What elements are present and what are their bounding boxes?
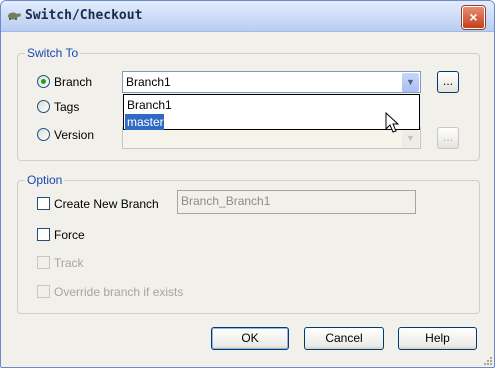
help-button[interactable]: Help: [398, 327, 477, 350]
track-checkbox: [37, 256, 50, 269]
tags-radio-label[interactable]: Tags: [54, 100, 79, 114]
ok-button[interactable]: OK: [211, 327, 289, 350]
version-combo: ▼: [122, 127, 421, 149]
mouse-cursor-icon: [385, 112, 399, 133]
branch-radio-label[interactable]: Branch: [54, 75, 92, 89]
cancel-button[interactable]: Cancel: [304, 327, 384, 350]
branch-combo-value: Branch1: [126, 75, 171, 89]
create-new-branch-label[interactable]: Create New Branch: [54, 197, 159, 211]
dropdown-item-branch1[interactable]: Branch1: [125, 97, 172, 113]
tags-radio[interactable]: [37, 100, 50, 113]
title-bar[interactable]: Switch/Checkout ×: [1, 1, 494, 32]
tortoise-icon: [8, 12, 21, 20]
resize-grip-icon[interactable]: [482, 355, 492, 365]
version-radio-label[interactable]: Version: [54, 128, 94, 142]
close-icon: ×: [469, 9, 478, 25]
branch-dropdown-list[interactable]: Branch1 master: [123, 94, 420, 130]
create-new-branch-checkbox[interactable]: [37, 197, 50, 210]
chevron-down-icon: ▼: [402, 129, 419, 148]
track-label: Track: [54, 256, 84, 270]
chevron-down-icon[interactable]: ▼: [402, 73, 419, 92]
branch-combo[interactable]: Branch1 ▼: [122, 71, 421, 93]
force-label[interactable]: Force: [54, 228, 85, 242]
new-branch-name-field[interactable]: Branch_Branch1: [177, 190, 416, 214]
option-label: Option: [25, 173, 65, 187]
window-title: Switch/Checkout: [25, 8, 143, 23]
switch-checkout-dialog: Switch/Checkout × Switch To Branch Tags …: [0, 0, 495, 368]
override-branch-label: Override branch if exists: [54, 285, 184, 299]
dropdown-item-master[interactable]: master: [125, 114, 164, 130]
branch-radio[interactable]: [37, 75, 50, 88]
force-checkbox[interactable]: [37, 228, 50, 241]
version-radio[interactable]: [37, 128, 50, 141]
branch-browse-button[interactable]: ...: [437, 71, 459, 93]
close-button[interactable]: ×: [462, 6, 485, 29]
version-browse-button: ...: [437, 127, 459, 149]
switch-to-label: Switch To: [25, 46, 81, 60]
override-branch-checkbox: [37, 285, 50, 298]
